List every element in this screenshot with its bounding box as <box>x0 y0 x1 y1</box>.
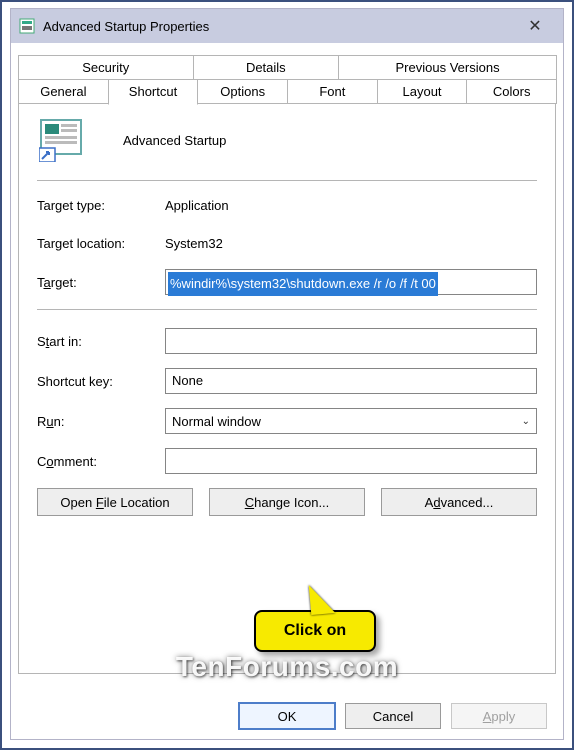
tab-layout[interactable]: Layout <box>377 79 468 104</box>
shortcutkey-input[interactable]: None <box>165 368 537 394</box>
tab-colors[interactable]: Colors <box>466 79 557 104</box>
advanced-button[interactable]: Advanced... <box>381 488 537 516</box>
run-select[interactable]: Normal window ⌄ <box>165 408 537 434</box>
target-input-value: %windir%\system32\shutdown.exe /r /o /f … <box>168 272 438 296</box>
row-shortcutkey: Shortcut key: None <box>37 368 537 394</box>
open-file-location-button[interactable]: Open File Location <box>37 488 193 516</box>
tab-details[interactable]: Details <box>193 55 340 79</box>
properties-window: Advanced Startup Properties ✕ Security D… <box>10 8 564 740</box>
tab-general[interactable]: General <box>18 79 109 104</box>
tab-security[interactable]: Security <box>18 55 194 79</box>
label-startin: Start in: <box>37 334 165 349</box>
divider <box>37 309 537 310</box>
tab-shortcut[interactable]: Shortcut <box>108 79 199 105</box>
callout-text: Click on <box>254 610 376 652</box>
row-target-type: Target type: Application <box>37 193 537 217</box>
row-run: Run: Normal window ⌄ <box>37 408 537 434</box>
annotation-callout: Click on <box>254 610 376 652</box>
window-title: Advanced Startup Properties <box>43 19 515 34</box>
shortcut-button-row: Open File Location Change Icon... Advanc… <box>37 488 537 516</box>
client-area: Security Details Previous Versions Gener… <box>11 43 563 739</box>
startin-input[interactable] <box>165 328 537 354</box>
apply-button[interactable]: Apply <box>451 703 547 729</box>
shortcut-icon <box>39 118 83 162</box>
divider <box>37 180 537 181</box>
shortcut-header: Advanced Startup <box>37 118 537 162</box>
tab-options[interactable]: Options <box>197 79 288 104</box>
label-shortcutkey: Shortcut key: <box>37 374 165 389</box>
row-startin: Start in: <box>37 328 537 354</box>
app-icon <box>19 18 35 34</box>
shortcut-name: Advanced Startup <box>123 133 226 148</box>
target-input[interactable]: %windir%\system32\shutdown.exe /r /o /f … <box>165 269 537 295</box>
label-target: Target: <box>37 275 165 290</box>
label-run: Run: <box>37 414 165 429</box>
run-select-value: Normal window <box>172 414 261 429</box>
label-target-type: Target type: <box>37 198 165 213</box>
row-target: Target: %windir%\system32\shutdown.exe /… <box>37 269 537 295</box>
row-target-location: Target location: System32 <box>37 231 537 255</box>
label-comment: Comment: <box>37 454 165 469</box>
tab-previous-versions[interactable]: Previous Versions <box>338 55 557 79</box>
tab-panel-shortcut: Advanced Startup Target type: Applicatio… <box>18 104 556 674</box>
dialog-button-bar: OK Cancel Apply <box>239 703 547 729</box>
cancel-button[interactable]: Cancel <box>345 703 441 729</box>
tab-row-back: Security Details Previous Versions <box>18 55 556 80</box>
tab-container: Security Details Previous Versions Gener… <box>18 55 556 674</box>
titlebar: Advanced Startup Properties ✕ <box>11 9 563 43</box>
change-icon-button[interactable]: Change Icon... <box>209 488 365 516</box>
comment-input[interactable] <box>165 448 537 474</box>
value-target-location: System32 <box>165 236 223 251</box>
row-comment: Comment: <box>37 448 537 474</box>
value-target-type: Application <box>165 198 229 213</box>
chevron-down-icon: ⌄ <box>522 416 530 427</box>
label-target-location: Target location: <box>37 236 165 251</box>
tab-row-front: General Shortcut Options Font Layout Col… <box>18 79 556 104</box>
ok-button[interactable]: OK <box>239 703 335 729</box>
tab-font[interactable]: Font <box>287 79 378 104</box>
callout-arrow-icon <box>309 583 336 615</box>
close-icon: ✕ <box>528 16 541 36</box>
close-button[interactable]: ✕ <box>515 12 555 40</box>
